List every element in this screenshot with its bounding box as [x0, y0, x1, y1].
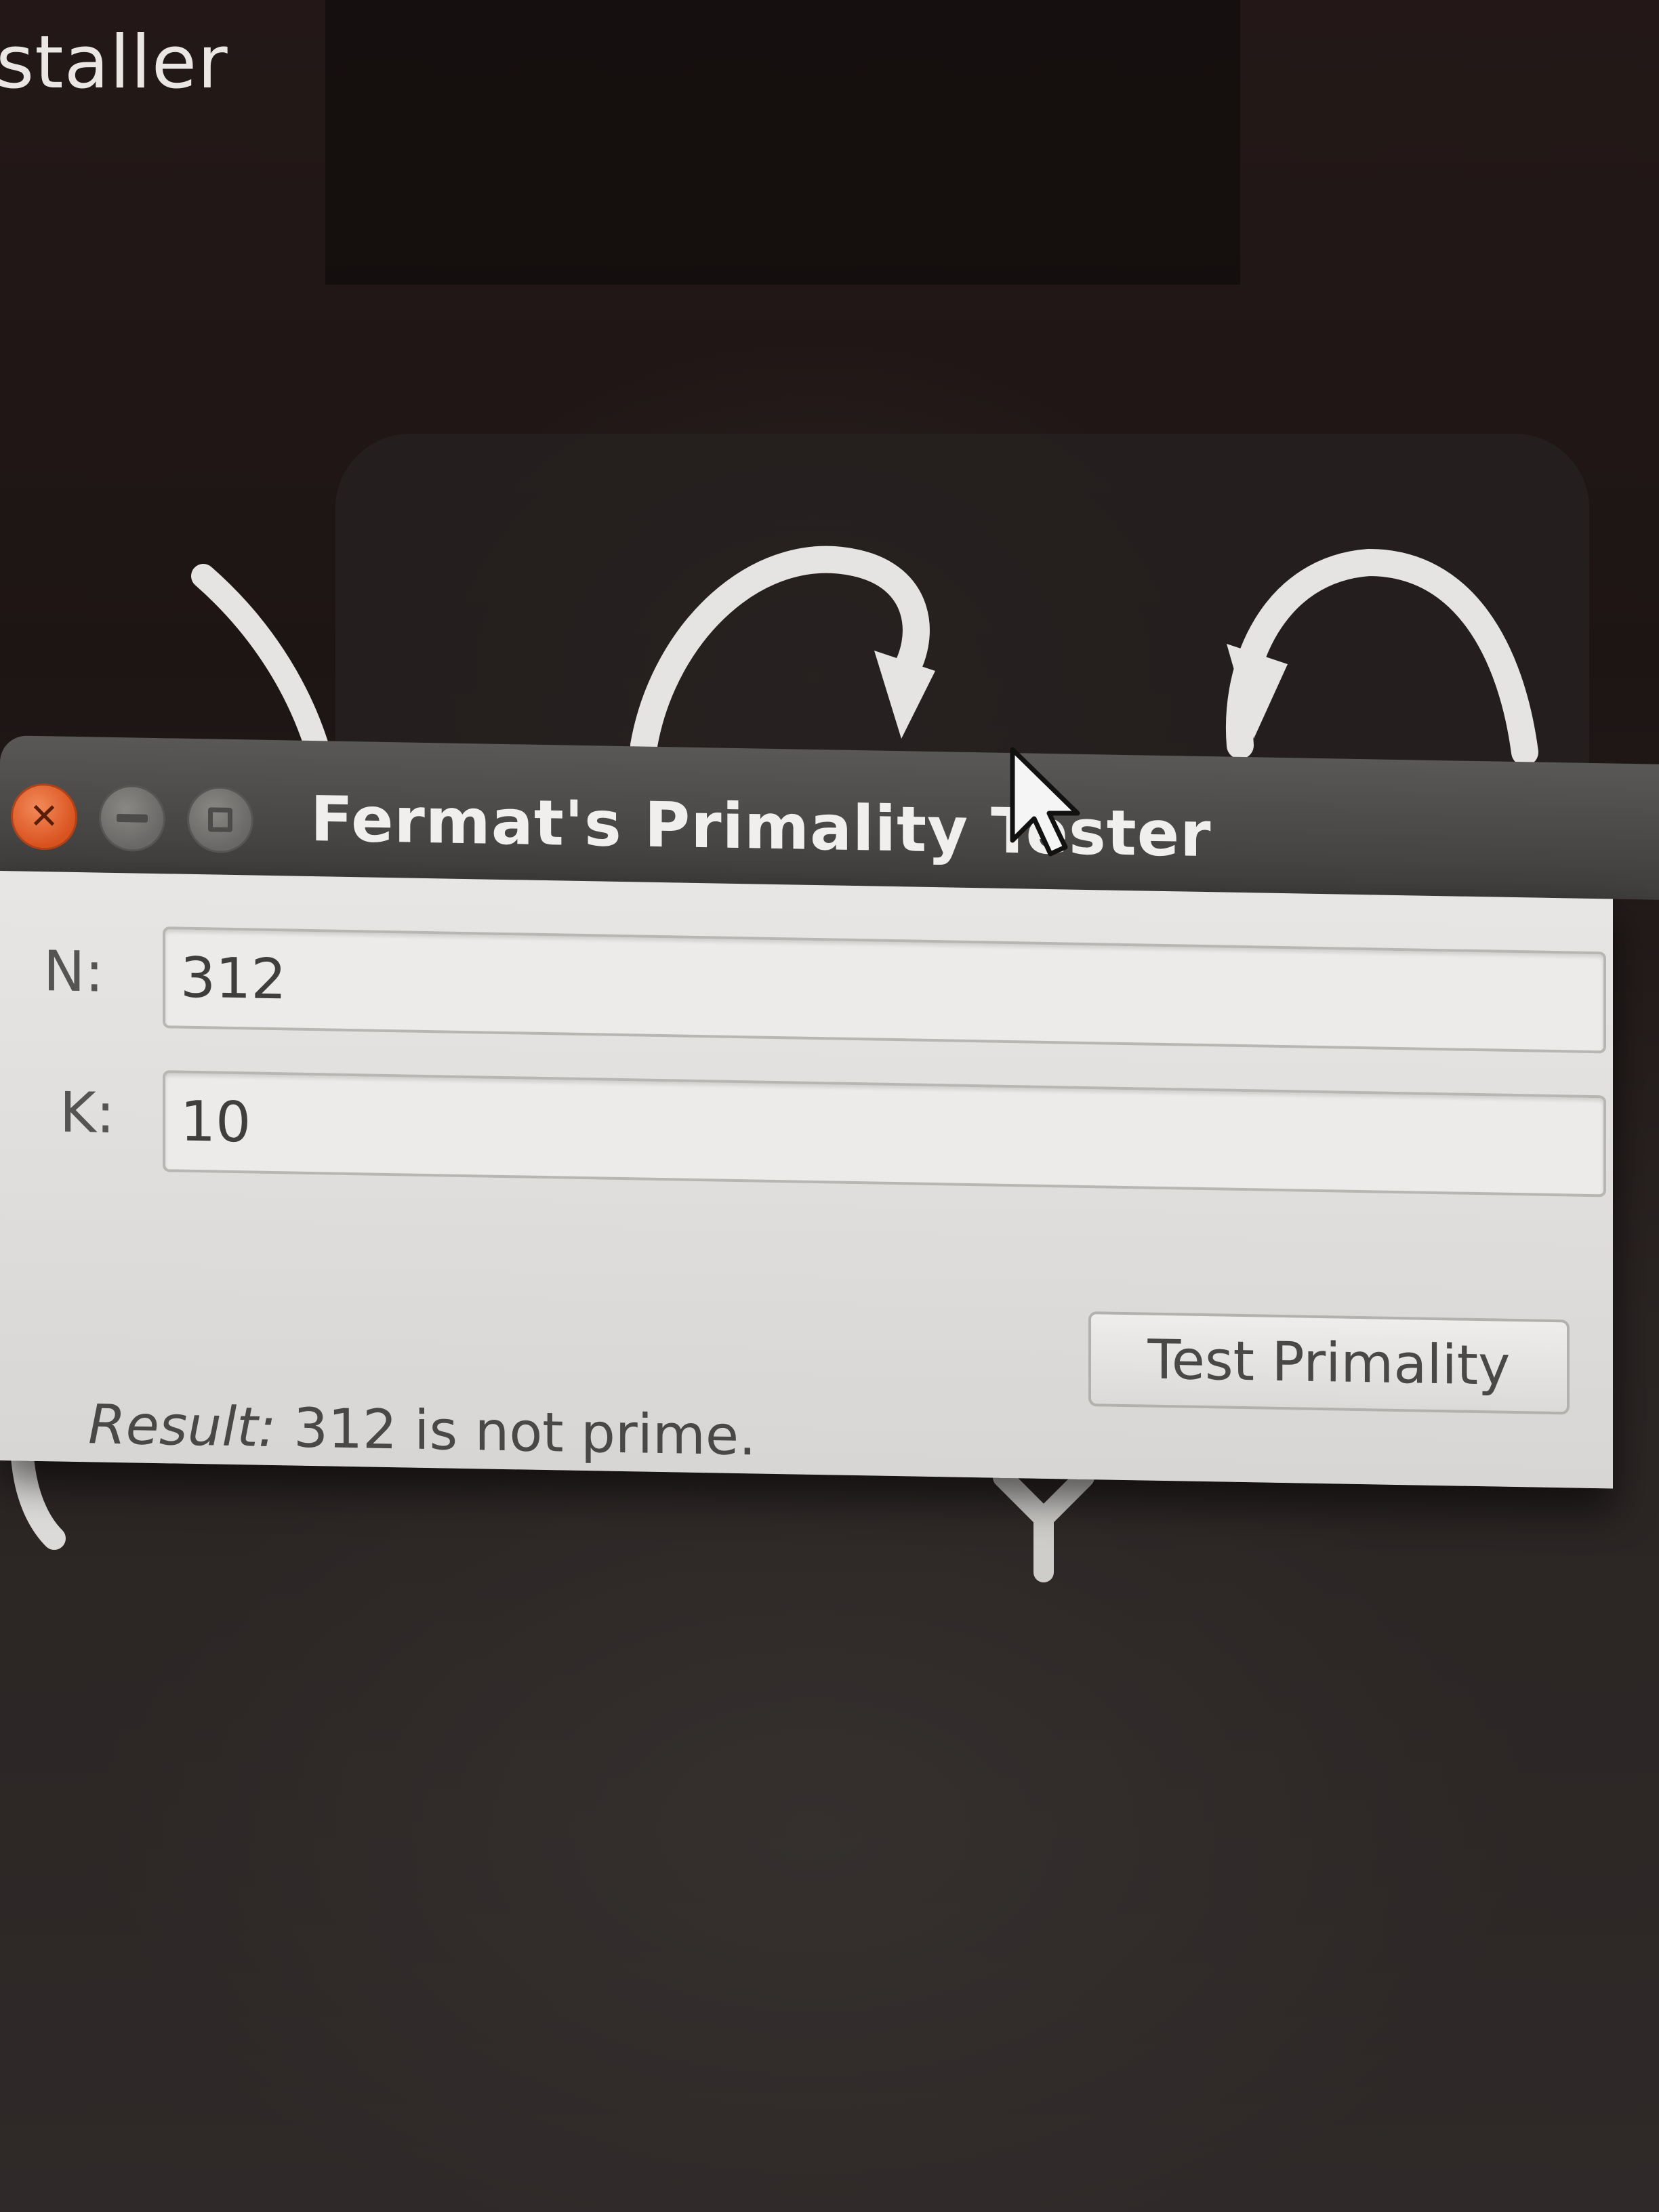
- maximize-icon: [208, 807, 232, 832]
- result-label: Result:: [88, 1393, 276, 1460]
- close-button[interactable]: ✕: [11, 783, 77, 851]
- minimize-button[interactable]: [99, 784, 165, 853]
- close-icon: ✕: [29, 796, 59, 838]
- desktop-screen: staller ✕ Fermat's Primality Tester N: K…: [0, 0, 1659, 2212]
- result-text: 312 is not prime.: [293, 1396, 756, 1468]
- n-label: N:: [43, 939, 104, 1005]
- maximize-button[interactable]: [187, 785, 253, 854]
- k-label: K:: [60, 1080, 115, 1146]
- primality-tester-window: ✕ Fermat's Primality Tester N: K: Test P…: [0, 735, 1659, 1510]
- test-primality-button[interactable]: Test Primality: [1088, 1311, 1570, 1415]
- k-input[interactable]: [163, 1070, 1606, 1197]
- minimize-icon: [117, 814, 148, 823]
- dialog-body: N: K: Test Primality Result: 312 is not …: [0, 871, 1613, 1489]
- result-line: Result: 312 is not prime.: [88, 1393, 756, 1467]
- n-input[interactable]: [163, 926, 1606, 1054]
- mouse-pointer-icon: [1010, 747, 1080, 857]
- desktop-app-label: staller: [0, 20, 228, 105]
